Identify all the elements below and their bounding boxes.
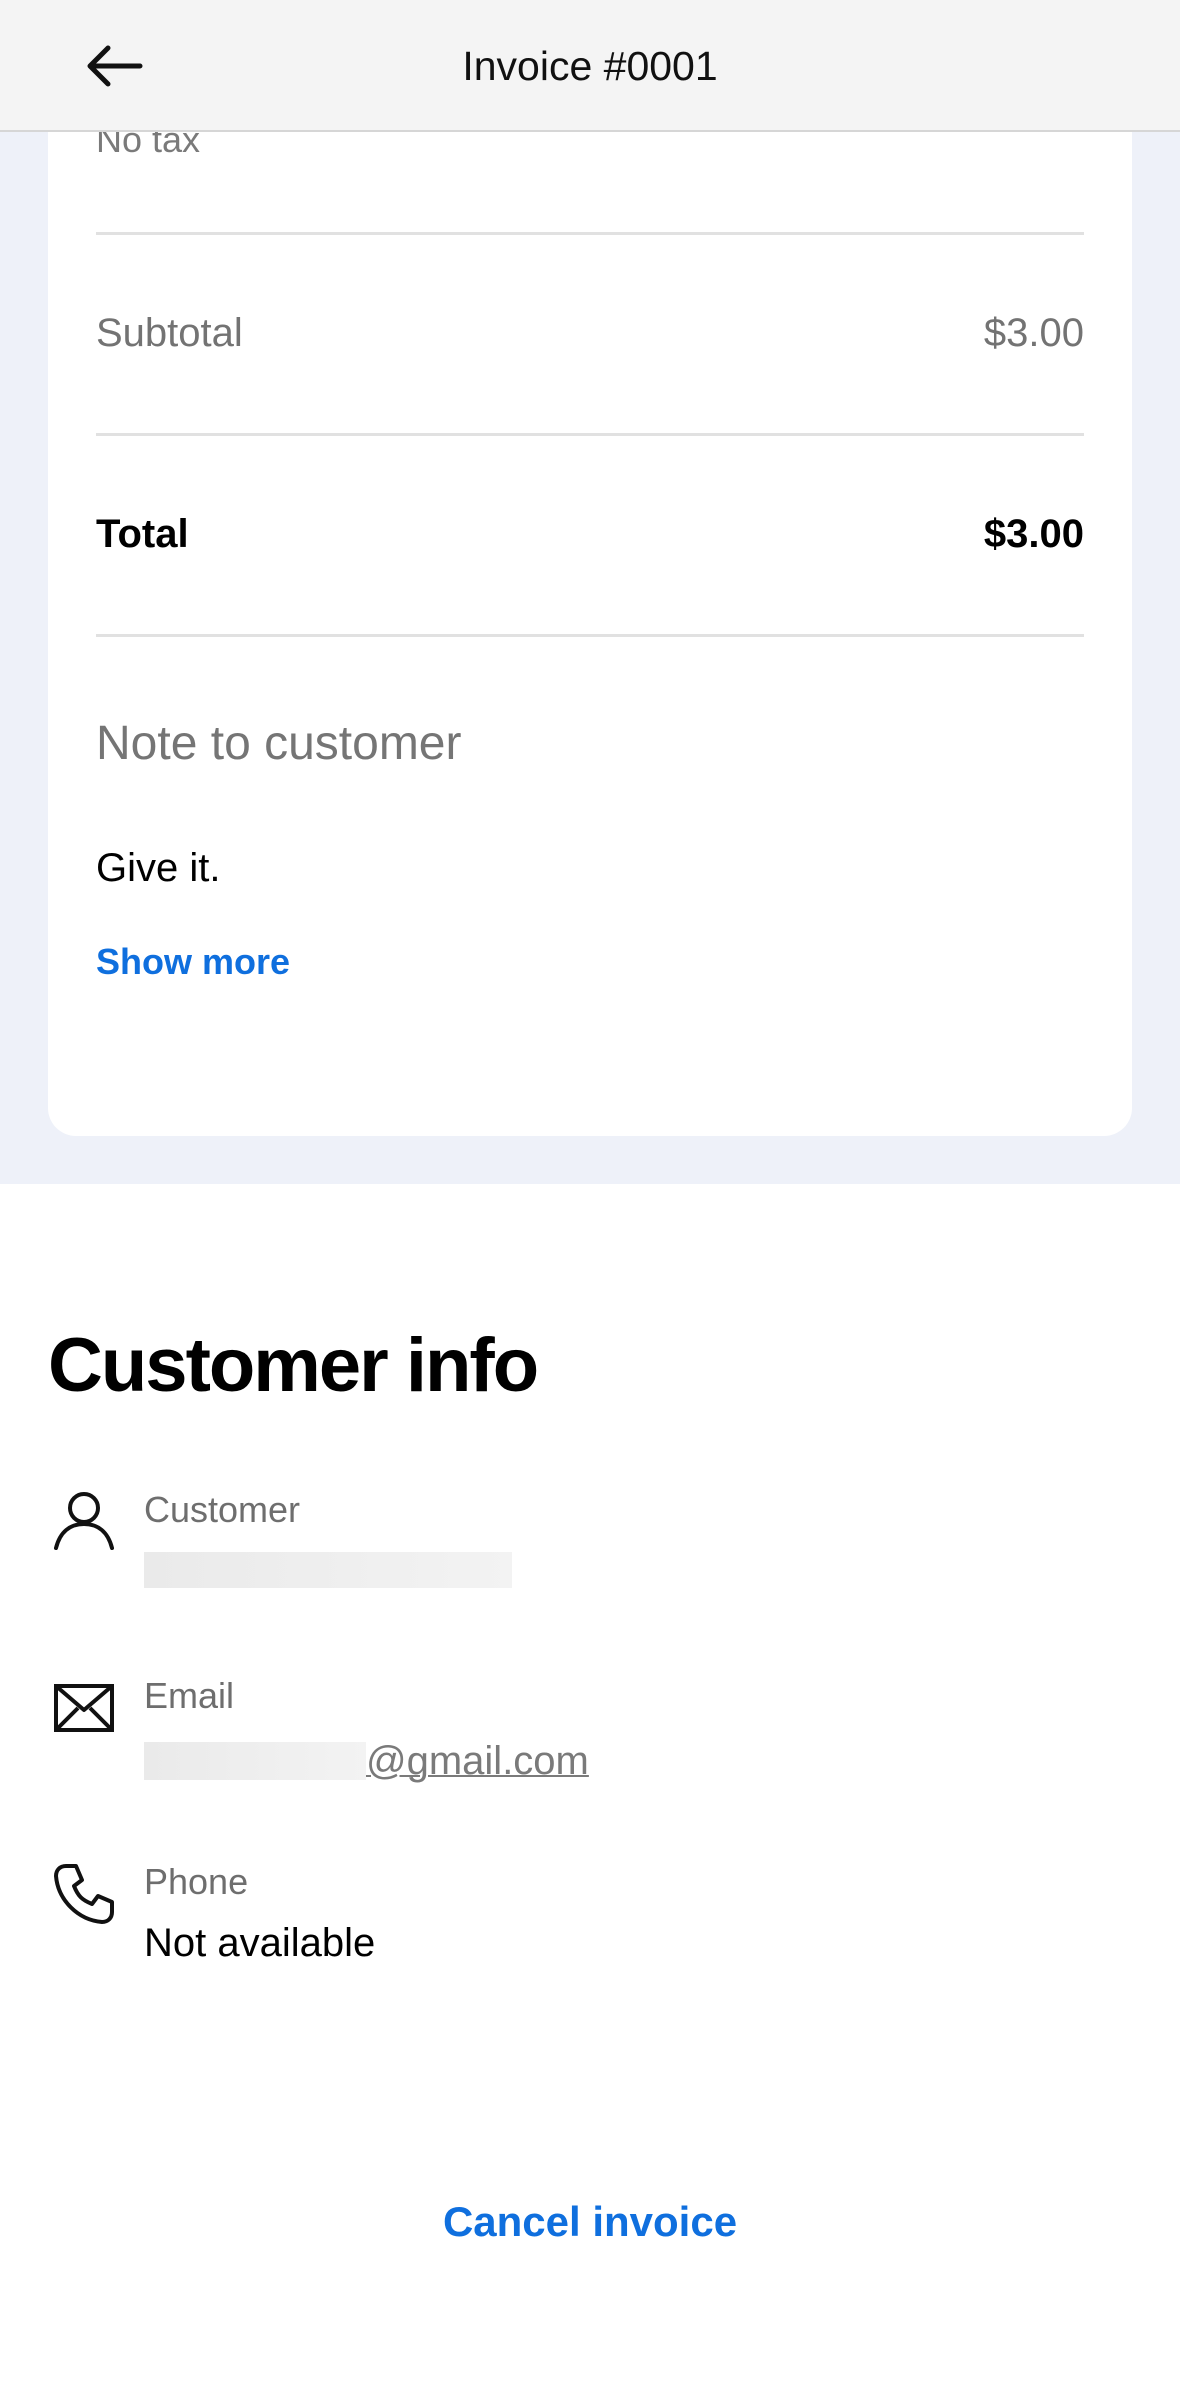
phone-value: Not available (144, 1921, 376, 1965)
divider (96, 433, 1084, 436)
note-heading: Note to customer (96, 717, 462, 770)
page-title: Invoice #0001 (462, 43, 718, 89)
cancel-invoice-button[interactable]: Cancel invoice (0, 2196, 1180, 2248)
customer-label: Customer (144, 1489, 301, 1530)
divider (96, 634, 1084, 637)
person-icon (52, 1488, 116, 1552)
divider (96, 232, 1084, 235)
top-bar: Invoice #0001 (0, 0, 1180, 132)
show-more-link[interactable]: Show more (96, 940, 290, 984)
total-label: Total (96, 512, 189, 556)
email-link[interactable]: @gmail.com (366, 1736, 589, 1786)
email-label: Email (144, 1675, 235, 1716)
envelope-icon (52, 1676, 116, 1740)
customer-name-redacted (144, 1552, 512, 1588)
phone-icon (52, 1862, 116, 1926)
customer-info-title: Customer info (48, 1323, 539, 1408)
total-value: $3.00 (983, 512, 1084, 556)
note-body: Give it. (96, 846, 221, 890)
email-local-part-redacted (144, 1742, 366, 1780)
phone-label: Phone (144, 1861, 249, 1902)
subtotal-label: Subtotal (96, 311, 243, 355)
subtotal-value: $3.00 (983, 311, 1084, 355)
